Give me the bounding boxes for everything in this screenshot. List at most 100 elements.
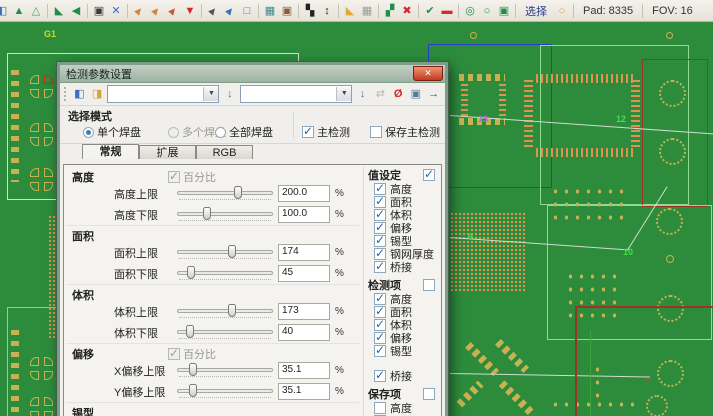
y-offset-slider[interactable] xyxy=(177,384,273,400)
camera-icon[interactable]: ▣ xyxy=(91,3,107,19)
pcb-pad-group xyxy=(30,357,56,381)
slider-thumb[interactable] xyxy=(203,207,211,220)
zoom-page-icon[interactable]: △ xyxy=(28,3,44,19)
sort-icon[interactable]: ↕ xyxy=(319,3,335,19)
target-circle-icon[interactable]: ◎ xyxy=(462,3,478,19)
pcb-fan-pattern xyxy=(659,80,686,107)
pcb-pad xyxy=(44,89,53,98)
dialog-titlebar[interactable]: 检测参数设置 ✕ xyxy=(60,65,445,83)
ruler-icon[interactable]: ◣ xyxy=(342,3,358,19)
area-lower-slider[interactable] xyxy=(177,266,273,282)
checkbox-icon[interactable] xyxy=(374,402,386,414)
radio-single-pad[interactable]: 单个焊盘 xyxy=(83,124,141,140)
x-offset-slider[interactable] xyxy=(177,363,273,379)
radio-all-pads[interactable]: 全部焊盘 xyxy=(215,124,273,140)
area-upper-slider[interactable] xyxy=(177,245,273,261)
main-detect-checkbox-row[interactable]: 主检测 xyxy=(302,124,350,140)
y-offset-input[interactable]: 35.1 xyxy=(278,383,330,400)
confirm-icon[interactable]: ✔ xyxy=(422,3,438,19)
height-upper-slider[interactable] xyxy=(177,186,273,202)
square-tool-icon[interactable]: ▣ xyxy=(496,3,512,19)
save-icon[interactable]: ▣ xyxy=(408,87,423,102)
checkbox-icon[interactable] xyxy=(374,261,386,273)
pcb-pad xyxy=(44,397,53,406)
height-lower-input[interactable]: 100.0 xyxy=(278,206,330,223)
search-icon[interactable]: ○ xyxy=(554,3,570,19)
horn-icon[interactable]: ◀ xyxy=(68,3,84,19)
detect-item[interactable]: 锡型 xyxy=(374,344,439,357)
open-file-icon[interactable]: ◨ xyxy=(90,87,105,102)
pin-icon[interactable]: ► xyxy=(162,0,185,22)
value-set-item[interactable]: 桥接 xyxy=(374,260,439,273)
volume-lower-input[interactable]: 40 xyxy=(278,324,330,341)
location-pin-icon[interactable]: ▼ xyxy=(182,3,198,19)
load-config-icon-2[interactable]: ↓ xyxy=(355,87,370,102)
region-select-icon[interactable]: □ xyxy=(239,3,255,19)
slider-thumb[interactable] xyxy=(187,266,195,279)
tab-extend[interactable]: 扩展 xyxy=(139,145,196,159)
save-main-detect-checkbox-row[interactable]: 保存主检测 xyxy=(370,124,440,140)
chevron-down-icon[interactable]: ▼ xyxy=(203,87,218,101)
save-items-panel: 保存项 高度 面积 体积 xyxy=(368,386,439,416)
apply-icon[interactable]: ⇄ xyxy=(373,87,388,102)
height-upper-input[interactable]: 200.0 xyxy=(278,185,330,202)
radio-icon[interactable] xyxy=(83,127,94,138)
checkbox-icon[interactable] xyxy=(374,370,386,382)
grid-icon[interactable]: ▦ xyxy=(359,3,375,19)
circle-tool-icon[interactable]: ○ xyxy=(479,3,495,19)
slider-thumb[interactable] xyxy=(228,245,236,258)
zoom-region-icon[interactable]: ▲ xyxy=(11,3,27,19)
volume-lower-slider[interactable] xyxy=(177,325,273,341)
area-lower-label: 面积下限 xyxy=(114,266,172,282)
unit-label: % xyxy=(335,365,353,376)
blocks-icon[interactable]: ▚ xyxy=(302,3,318,19)
slider-thumb[interactable] xyxy=(228,304,236,317)
slider-thumb[interactable] xyxy=(186,325,194,338)
stats-icon[interactable]: ▞ xyxy=(382,3,398,19)
detect-items-master-checkbox[interactable] xyxy=(423,279,435,291)
save-main-detect-label: 保存主检测 xyxy=(385,127,440,139)
pin-blue-icon[interactable]: ► xyxy=(219,0,242,22)
remove-icon[interactable]: ▬ xyxy=(439,3,455,19)
document-icon[interactable]: ◧ xyxy=(0,3,10,19)
height-lower-slider[interactable] xyxy=(177,207,273,223)
checkbox-icon[interactable] xyxy=(370,126,382,138)
volume-upper-input[interactable]: 173 xyxy=(278,303,330,320)
chevron-down-icon[interactable]: ▼ xyxy=(336,87,351,101)
pcb-pad xyxy=(30,411,39,416)
select-button[interactable]: 选择 xyxy=(519,3,553,19)
pcb-pad xyxy=(44,137,53,146)
load-config-icon[interactable]: ↓ xyxy=(222,87,237,102)
close-button[interactable]: ✕ xyxy=(413,66,443,81)
snapshot-icon[interactable]: ▣ xyxy=(279,3,295,19)
value-set-master-checkbox[interactable] xyxy=(423,169,435,181)
open-config-icon[interactable]: ◧ xyxy=(72,87,87,102)
radio-icon[interactable] xyxy=(215,127,226,138)
save-items-master-checkbox[interactable] xyxy=(423,388,435,400)
slider-thumb[interactable] xyxy=(189,363,197,376)
angle-measure-icon[interactable]: ◣ xyxy=(51,3,67,19)
cancel-icon[interactable]: Ø xyxy=(391,87,406,102)
config-combobox-2[interactable]: ▼ xyxy=(240,85,352,103)
pcb-label-g1: G1 xyxy=(44,29,56,39)
panel-view-icon[interactable]: ▦ xyxy=(262,3,278,19)
area-lower-input[interactable]: 45 xyxy=(278,265,330,282)
pcb-pad xyxy=(44,357,53,366)
x-offset-input[interactable]: 35.1 xyxy=(278,362,330,379)
delete-icon[interactable]: ✖ xyxy=(399,3,415,19)
exit-icon[interactable]: → xyxy=(426,87,441,102)
slider-thumb[interactable] xyxy=(189,384,197,397)
volume-upper-slider[interactable] xyxy=(177,304,273,320)
area-upper-input[interactable]: 174 xyxy=(278,244,330,261)
detect-item[interactable]: 桥接 xyxy=(374,369,439,382)
pcb-net-line-red xyxy=(575,306,577,416)
tab-rgb[interactable]: RGB xyxy=(196,145,253,159)
config-combobox-1[interactable]: ▼ xyxy=(107,85,219,103)
pcb-label-1: 1 xyxy=(645,376,650,386)
toolbar-separator xyxy=(258,4,259,18)
checkbox-icon[interactable] xyxy=(374,345,386,357)
checkbox-icon[interactable] xyxy=(302,126,314,138)
slider-thumb[interactable] xyxy=(234,186,242,199)
tools-icon[interactable]: ✕ xyxy=(108,3,124,19)
tab-general[interactable]: 常规 xyxy=(82,144,139,159)
